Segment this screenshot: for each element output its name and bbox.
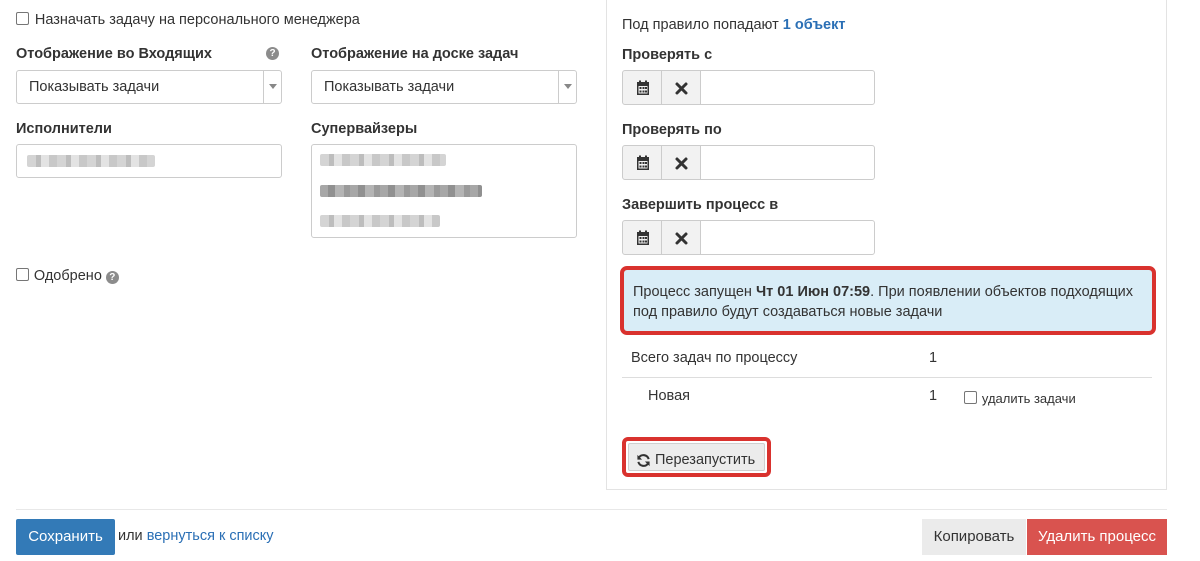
process-status-text: Процесс запущен Чт 01 Июн 07:59. При поя… — [633, 282, 1144, 322]
dropdown-arrow-icon — [558, 71, 576, 103]
calendar-icon — [637, 155, 649, 170]
help-icon[interactable]: ? — [105, 271, 119, 284]
assign-manager-label: Назначать задачу на персонального менедж… — [34, 12, 360, 28]
check-from-date-group — [622, 70, 875, 105]
rule-objects-text: Под правило попадают 1 объект — [622, 17, 845, 33]
rule-prefix: Под правило попадают — [622, 17, 783, 33]
delete-tasks-label: удалить задачи — [981, 391, 1076, 406]
finish-date-group — [622, 220, 875, 255]
redacted-executor — [27, 155, 155, 167]
calendar-button[interactable] — [622, 70, 662, 105]
delete-process-button[interactable]: Удалить процесс — [1027, 519, 1167, 555]
inbox-display-select[interactable]: Показывать задачи — [16, 70, 282, 104]
assign-manager-checkbox[interactable] — [16, 12, 29, 25]
calendar-icon — [637, 230, 649, 245]
total-tasks-label: Всего задач по процессу — [631, 350, 798, 366]
clear-icon — [675, 157, 688, 170]
copy-button[interactable]: Копировать — [922, 519, 1026, 555]
clear-date-button[interactable] — [661, 145, 701, 180]
new-tasks-label: Новая — [648, 388, 690, 404]
board-display-label: Отображение на доске задач — [311, 46, 519, 62]
calendar-button[interactable] — [622, 220, 662, 255]
check-to-input[interactable] — [700, 145, 875, 180]
new-tasks-value: 1 — [929, 388, 938, 404]
restart-button-inner: Перезапустить — [628, 443, 765, 471]
finish-input[interactable] — [700, 220, 875, 255]
redacted-supervisor — [320, 185, 482, 197]
board-display-value: Показывать задачи — [324, 79, 455, 95]
alert-date: Чт 01 Июн 07:59 — [755, 284, 871, 300]
inbox-display-label: Отображение во Входящих — [16, 46, 212, 62]
restart-label: Перезапустить — [655, 452, 756, 468]
stats-divider — [622, 377, 1152, 378]
check-from-input[interactable] — [700, 70, 875, 105]
back-to-list-link[interactable]: вернуться к списку — [147, 528, 274, 544]
board-display-select[interactable]: Показывать задачи — [311, 70, 577, 104]
or-text: или — [118, 528, 143, 544]
executors-field[interactable] — [16, 144, 282, 178]
assign-manager-row: Назначать задачу на персонального менедж… — [16, 11, 360, 28]
check-to-date-group — [622, 145, 875, 180]
inbox-display-value: Показывать задачи — [29, 79, 160, 95]
help-icon[interactable]: ? — [266, 47, 279, 60]
clear-icon — [675, 232, 688, 245]
refresh-icon — [637, 454, 650, 467]
rule-objects-link[interactable]: 1 объект — [783, 17, 846, 33]
process-status-alert: Процесс запущен Чт 01 Июн 07:59. При поя… — [620, 266, 1156, 335]
redacted-supervisor — [320, 154, 446, 166]
finish-process-label: Завершить процесс в — [622, 197, 779, 213]
dropdown-arrow-icon — [263, 71, 281, 103]
redacted-supervisor — [320, 215, 440, 227]
save-button[interactable]: Сохранить — [16, 519, 115, 555]
delete-tasks-checkbox[interactable] — [964, 391, 977, 404]
total-tasks-value: 1 — [929, 350, 938, 366]
check-from-label: Проверять с — [622, 47, 713, 63]
calendar-icon — [637, 80, 649, 95]
clear-date-button[interactable] — [661, 220, 701, 255]
approved-label: Одобрено — [33, 268, 102, 284]
clear-date-button[interactable] — [661, 70, 701, 105]
supervisors-field[interactable] — [311, 144, 577, 238]
calendar-button[interactable] — [622, 145, 662, 180]
supervisors-label: Супервайзеры — [311, 121, 418, 137]
footer-divider — [16, 509, 1167, 510]
approved-checkbox[interactable] — [16, 268, 29, 281]
clear-icon — [675, 82, 688, 95]
alert-text-before: Процесс запущен — [633, 284, 756, 300]
restart-button[interactable]: Перезапустить — [622, 437, 771, 477]
approved-row: Одобрено ? — [16, 267, 119, 284]
check-to-label: Проверять по — [622, 122, 722, 138]
footer-or-row: или вернуться к списку — [118, 528, 274, 544]
delete-tasks-row: удалить задачи — [964, 390, 1076, 406]
executors-label: Исполнители — [16, 121, 112, 137]
